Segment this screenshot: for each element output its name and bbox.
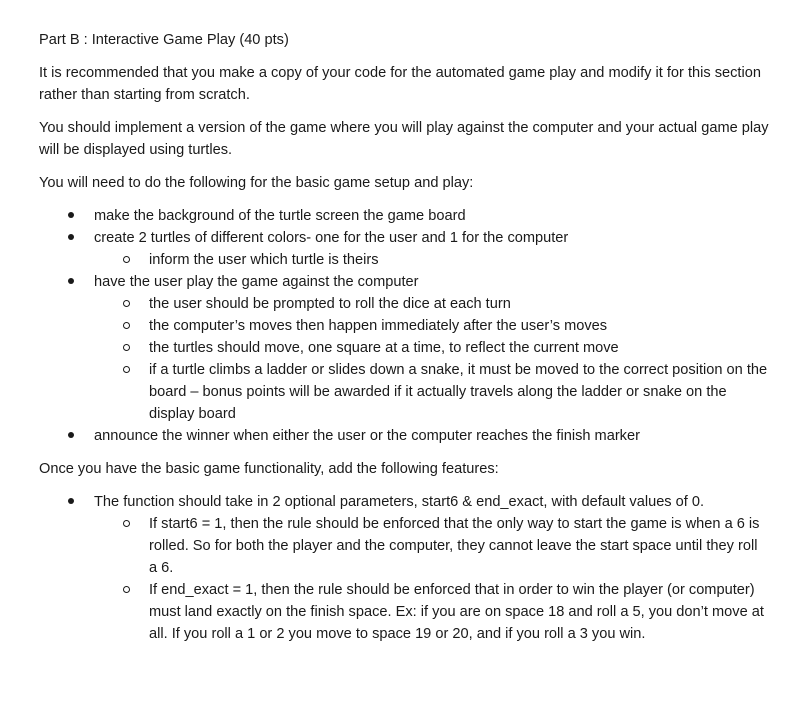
bullet-circle-icon <box>120 249 132 271</box>
list-item: If end_exact = 1, then the rule should b… <box>94 579 769 645</box>
bullet-circle-icon <box>120 337 132 359</box>
list-item: the computer’s moves then happen immedia… <box>94 315 769 337</box>
list-item-text: If start6 = 1, then the rule should be e… <box>149 516 760 576</box>
document-page: Part B : Interactive Game Play (40 pts) … <box>39 29 769 656</box>
sub-list: If start6 = 1, then the rule should be e… <box>39 513 769 645</box>
basic-requirements-list: make the background of the turtle screen… <box>39 205 769 447</box>
list-item-text: make the background of the turtle screen… <box>94 208 466 224</box>
sub-list: the user should be prompted to roll the … <box>39 293 769 425</box>
bullet-dot-icon <box>65 227 77 249</box>
bullet-circle-icon <box>120 579 132 601</box>
list-item: have the user play the game against the … <box>39 271 769 425</box>
bullet-circle-icon <box>120 315 132 337</box>
list-item-text: have the user play the game against the … <box>94 274 419 290</box>
list-item: inform the user which turtle is theirs <box>94 249 769 271</box>
sub-list: inform the user which turtle is theirs <box>39 249 769 271</box>
bullet-circle-icon <box>120 359 132 381</box>
section-heading: Part B : Interactive Game Play (40 pts) <box>39 32 289 48</box>
list-item-text: the turtles should move, one square at a… <box>149 340 619 356</box>
list-item: announce the winner when either the user… <box>39 425 769 447</box>
list-item-text: announce the winner when either the user… <box>94 428 640 444</box>
list-item-text: inform the user which turtle is theirs <box>149 252 379 268</box>
bullet-dot-icon <box>65 271 77 293</box>
list-item: The function should take in 2 optional p… <box>39 491 769 645</box>
list-item: make the background of the turtle screen… <box>39 205 769 227</box>
paragraph-basic-setup-intro: You will need to do the following for th… <box>39 175 474 191</box>
list-item-text: if a turtle climbs a ladder or slides do… <box>149 362 768 422</box>
list-item-text: The function should take in 2 optional p… <box>94 494 705 510</box>
list-item: the user should be prompted to roll the … <box>94 293 769 315</box>
features-list: The function should take in 2 optional p… <box>39 491 769 645</box>
list-item: the turtles should move, one square at a… <box>94 337 769 359</box>
bullet-dot-icon <box>65 425 77 447</box>
bullet-dot-icon <box>65 205 77 227</box>
list-item-text: If end_exact = 1, then the rule should b… <box>149 582 764 642</box>
paragraph-features-intro: Once you have the basic game functionali… <box>39 461 499 477</box>
list-item-text: the user should be prompted to roll the … <box>149 296 511 312</box>
list-item-text: the computer’s moves then happen immedia… <box>149 318 608 334</box>
paragraph-implement-version: You should implement a version of the ga… <box>39 120 769 158</box>
list-item: If start6 = 1, then the rule should be e… <box>94 513 769 579</box>
bullet-circle-icon <box>120 293 132 315</box>
list-item: create 2 turtles of different colors- on… <box>39 227 769 271</box>
paragraph-copy-code: It is recommended that you make a copy o… <box>39 65 761 103</box>
bullet-dot-icon <box>65 491 77 513</box>
bullet-circle-icon <box>120 513 132 535</box>
list-item-text: create 2 turtles of different colors- on… <box>94 230 569 246</box>
list-item: if a turtle climbs a ladder or slides do… <box>94 359 769 425</box>
